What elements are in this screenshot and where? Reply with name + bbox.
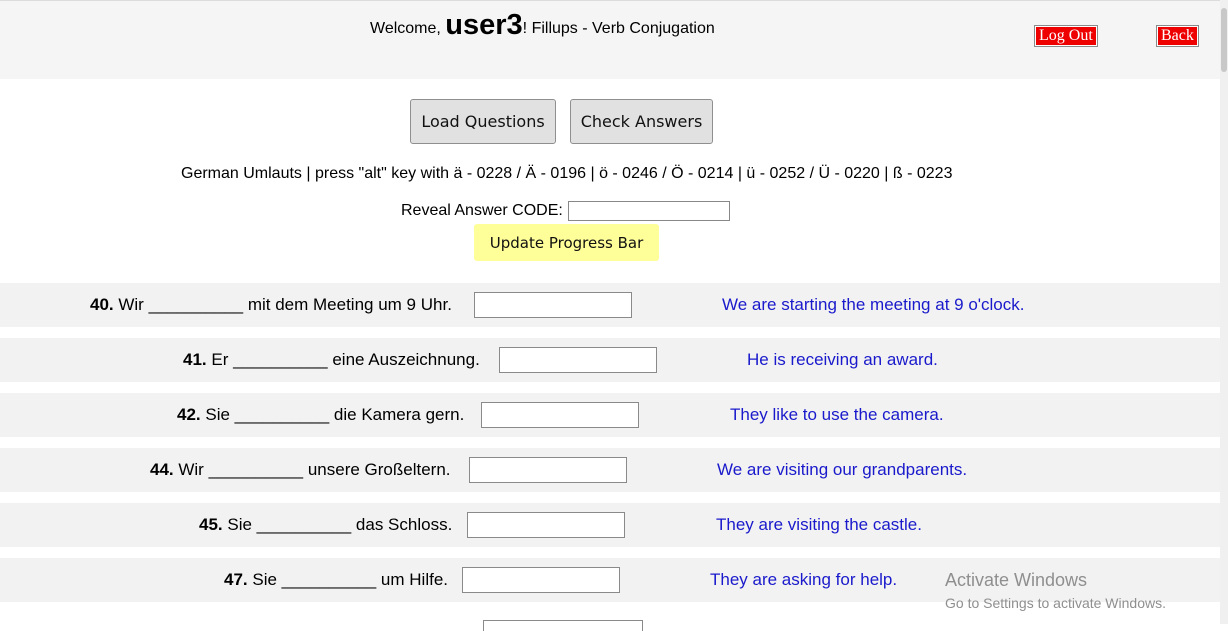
answer-input[interactable] xyxy=(481,402,639,428)
question-row: 41. Er __________ eine Auszeichnung. He … xyxy=(0,338,1220,382)
question-text: 40. Wir __________ mit dem Meeting um 9 … xyxy=(90,283,452,327)
reveal-code-label: Reveal Answer CODE: xyxy=(401,202,563,219)
translation-text: We are visiting our grandparents. xyxy=(717,460,968,479)
translation-text: They are asking for help. xyxy=(710,570,898,589)
load-questions-button[interactable]: Load Questions xyxy=(410,99,556,144)
username: user3 xyxy=(445,9,523,41)
question-sentence: Sie __________ die Kamera gern. xyxy=(200,405,465,424)
answer-input-partial[interactable] xyxy=(483,620,643,631)
question-number: 44. xyxy=(150,460,174,479)
question-number: 40. xyxy=(90,295,114,314)
question-row: 45. Sie __________ das Schloss. They are… xyxy=(0,503,1220,547)
question-row: 44. Wir __________ unsere Großeltern. We… xyxy=(0,448,1220,492)
translation-text: He is receiving an award. xyxy=(747,350,938,369)
welcome-suffix: ! Fillups - Verb Conjugation xyxy=(522,20,715,37)
logout-button[interactable]: Log Out xyxy=(1034,25,1098,47)
question-number: 47. xyxy=(224,570,248,589)
question-text: 47. Sie __________ um Hilfe. xyxy=(224,558,448,602)
question-row: 42. Sie __________ die Kamera gern. They… xyxy=(0,393,1220,437)
page-header: Welcome, user3! Fillups - Verb Conjugati… xyxy=(0,0,1220,79)
answer-input[interactable] xyxy=(499,347,657,373)
translation-text: We are starting the meeting at 9 o'clock… xyxy=(722,295,1025,314)
question-text: 41. Er __________ eine Auszeichnung. xyxy=(183,338,480,382)
question-sentence: Sie __________ um Hilfe. xyxy=(247,570,448,589)
question-text: 42. Sie __________ die Kamera gern. xyxy=(177,393,464,437)
check-answers-button[interactable]: Check Answers xyxy=(570,99,713,144)
vertical-scrollbar[interactable] xyxy=(1220,0,1228,624)
translation-text: They like to use the camera. xyxy=(730,405,944,424)
reveal-code-input[interactable] xyxy=(568,201,730,221)
question-number: 41. xyxy=(183,350,207,369)
umlaut-hint: German Umlauts | press "alt" key with ä … xyxy=(181,165,953,182)
question-sentence: Wir __________ mit dem Meeting um 9 Uhr. xyxy=(113,295,452,314)
question-text: 45. Sie __________ das Schloss. xyxy=(199,503,452,547)
question-row: 40. Wir __________ mit dem Meeting um 9 … xyxy=(0,283,1220,327)
welcome-message: Welcome, user3! Fillups - Verb Conjugati… xyxy=(370,9,715,42)
update-progress-button[interactable]: Update Progress Bar xyxy=(474,224,659,261)
answer-input[interactable] xyxy=(469,457,627,483)
question-sentence: Wir __________ unsere Großeltern. xyxy=(173,460,451,479)
question-sentence: Er __________ eine Auszeichnung. xyxy=(206,350,480,369)
welcome-prefix: Welcome, xyxy=(370,20,446,37)
question-text: 44. Wir __________ unsere Großeltern. xyxy=(150,448,451,492)
question-number: 45. xyxy=(199,515,223,534)
answer-input[interactable] xyxy=(467,512,625,538)
question-number: 42. xyxy=(177,405,201,424)
translation-text: They are visiting the castle. xyxy=(716,515,922,534)
answer-input[interactable] xyxy=(474,292,632,318)
scrollbar-thumb[interactable] xyxy=(1221,8,1227,72)
question-row: 47. Sie __________ um Hilfe. They are as… xyxy=(0,558,1220,602)
back-button[interactable]: Back xyxy=(1156,25,1199,47)
question-sentence: Sie __________ das Schloss. xyxy=(222,515,453,534)
answer-input[interactable] xyxy=(462,567,620,593)
